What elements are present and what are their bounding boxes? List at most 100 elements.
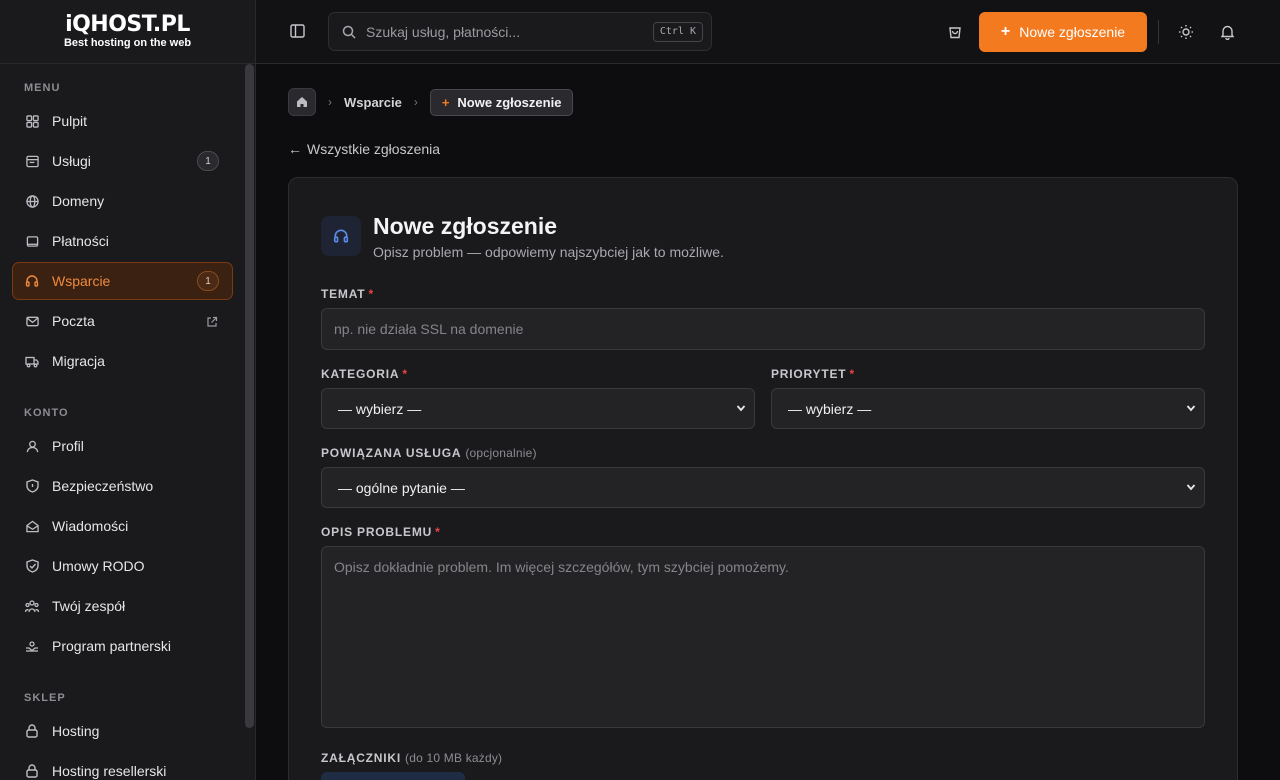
sidebar-item-hosting[interactable]: Hosting <box>12 712 233 750</box>
home-icon[interactable] <box>288 88 316 116</box>
sidebar-item-label: Program partnerski <box>52 638 172 654</box>
plus-icon: + <box>441 94 450 110</box>
required-mark: * <box>849 367 855 381</box>
sidebar-section-menu: MENU <box>24 82 61 94</box>
sidebar-nav: MENU Pulpit Usługi 1 Domeny Płatności Ws… <box>0 64 244 780</box>
sidebar-item-poczta[interactable]: Poczta <box>12 302 233 340</box>
description-textarea[interactable] <box>321 546 1205 728</box>
chevron-down-icon <box>1186 401 1196 418</box>
sidebar-item-wsparcie[interactable]: Wsparcie 1 <box>12 262 233 300</box>
new-ticket-button-label: Nowe zgłoszenie <box>1019 24 1126 40</box>
sidebar-item-label: Wsparcie <box>52 273 111 289</box>
sidebar-item-label: Płatności <box>52 233 109 249</box>
form-subtitle: Opisz problem — odpowiemy najszybciej ja… <box>373 244 724 260</box>
sidebar-item-wiadomosci[interactable]: Wiadomości <box>12 507 233 545</box>
sidebar-item-pulpit[interactable]: Pulpit <box>12 102 233 140</box>
dashboard-icon <box>25 114 39 128</box>
search-box[interactable]: Ctrl K <box>328 12 712 51</box>
subject-label-text: TEMAT <box>321 287 366 301</box>
back-to-tickets-link[interactable]: ← Wszystkie zgłoszenia <box>288 141 440 157</box>
sidebar-item-bezpieczenstwo[interactable]: Bezpieczeństwo <box>12 467 233 505</box>
attachments-label: ZAŁĄCZNIKI (do 10 MB każdy) <box>321 751 502 765</box>
breadcrumb-item-wsparcie[interactable]: Wsparcie <box>344 95 402 110</box>
cart-icon[interactable] <box>948 24 962 44</box>
count-badge: 1 <box>197 271 219 291</box>
required-mark: * <box>435 525 441 539</box>
breadcrumb-current-label: Nowe zgłoszenie <box>457 94 562 110</box>
sidebar-item-label: Bezpieczeństwo <box>52 478 154 494</box>
brand-tagline: Best hosting on the web <box>63 37 192 49</box>
chevron-right-icon: › <box>413 95 418 109</box>
attachments-label-text: ZAŁĄCZNIKI <box>321 751 401 765</box>
external-link-icon <box>206 315 218 331</box>
subject-label: TEMAT * <box>321 287 374 301</box>
search-icon <box>342 25 356 39</box>
handshake-icon <box>25 639 39 653</box>
priority-selected-value: — wybierz — <box>788 400 872 417</box>
plus-icon: + <box>1000 23 1011 40</box>
sidebar-item-umowy-rodo[interactable]: Umowy RODO <box>12 547 233 585</box>
sidebar-item-uslugi[interactable]: Usługi 1 <box>12 142 233 180</box>
sidebar-item-domeny[interactable]: Domeny <box>12 182 233 220</box>
count-badge: 1 <box>197 151 219 171</box>
new-ticket-form: Nowe zgłoszenie Opisz problem — odpowiem… <box>288 177 1238 780</box>
sidebar-item-label: Poczta <box>52 313 95 329</box>
sidebar-item-label: Twój zespół <box>52 598 126 614</box>
service-selected-value: — ogólne pytanie — <box>338 479 465 496</box>
breadcrumb-current: + Nowe zgłoszenie <box>429 88 574 116</box>
search-input[interactable] <box>366 23 646 40</box>
add-attachment-button[interactable] <box>321 772 465 780</box>
headset-icon <box>321 216 361 256</box>
attachments-hint: (do 10 MB każdy) <box>405 751 503 765</box>
form-title: Nowe zgłoszenie <box>373 213 558 239</box>
brand-name: iQHOST.PL <box>65 12 190 37</box>
header-divider <box>1158 20 1159 44</box>
sidebar-item-label: Migracja <box>52 353 105 369</box>
main-content: › Wsparcie › + Nowe zgłoszenie ← Wszystk… <box>256 64 1280 780</box>
sidebar-item-label: Hosting <box>52 723 100 739</box>
back-link-label: Wszystkie zgłoszenia <box>307 141 441 157</box>
required-mark: * <box>402 367 408 381</box>
shield-icon <box>25 479 39 493</box>
priority-label-text: PRIORYTET <box>771 367 847 381</box>
bell-icon[interactable] <box>1220 24 1235 45</box>
category-selected-value: — wybierz — <box>338 400 422 417</box>
top-header: Ctrl K + Nowe zgłoszenie <box>256 0 1280 64</box>
sidebar-section-konto: KONTO <box>24 407 69 419</box>
chevron-down-icon <box>1186 480 1196 497</box>
optional-hint: (opcjonalnie) <box>465 446 537 460</box>
chevron-down-icon <box>736 401 746 418</box>
brand-logo[interactable]: iQHOST.PL Best hosting on the web <box>0 0 255 64</box>
sidebar-item-twoj-zespol[interactable]: Twój zespół <box>12 587 233 625</box>
sidebar-item-label: Hosting resellerski <box>52 763 167 779</box>
subject-input[interactable] <box>321 308 1205 350</box>
sidebar-item-hosting-resellerski[interactable]: Hosting resellerski <box>12 752 233 780</box>
sidebar-toggle-icon[interactable] <box>290 24 305 43</box>
category-select[interactable]: — wybierz — <box>321 388 755 429</box>
related-service-select[interactable]: — ogólne pytanie — <box>321 467 1205 508</box>
shield-check-icon <box>25 559 39 573</box>
globe-icon <box>25 194 39 208</box>
services-icon <box>25 154 39 168</box>
sidebar-item-program-partnerski[interactable]: Program partnerski <box>12 627 233 665</box>
new-ticket-button[interactable]: + Nowe zgłoszenie <box>979 12 1147 52</box>
arrow-left-icon: ← <box>288 141 302 157</box>
sidebar-scrollbar[interactable] <box>245 64 254 728</box>
sidebar-item-platnosci[interactable]: Płatności <box>12 222 233 260</box>
team-icon <box>25 599 39 613</box>
sidebar-item-profil[interactable]: Profil <box>12 427 233 465</box>
wallet-icon <box>25 234 39 248</box>
theme-toggle-icon[interactable] <box>1178 24 1194 45</box>
service-label: POWIĄZANA USŁUGA (opcjonalnie) <box>321 446 537 460</box>
sidebar-item-label: Domeny <box>52 193 105 209</box>
sidebar-item-label: Profil <box>52 438 84 454</box>
sidebar: iQHOST.PL Best hosting on the web MENU P… <box>0 0 256 780</box>
app-root: iQHOST.PL Best hosting on the web MENU P… <box>0 0 1280 780</box>
sidebar-item-migracja[interactable]: Migracja <box>12 342 233 380</box>
search-shortcut: Ctrl K <box>652 22 703 42</box>
lock-icon <box>25 764 39 778</box>
priority-label: PRIORYTET * <box>771 367 855 381</box>
priority-select[interactable]: — wybierz — <box>771 388 1205 429</box>
service-label-text: POWIĄZANA USŁUGA <box>321 446 462 460</box>
chevron-right-icon: › <box>328 95 332 109</box>
